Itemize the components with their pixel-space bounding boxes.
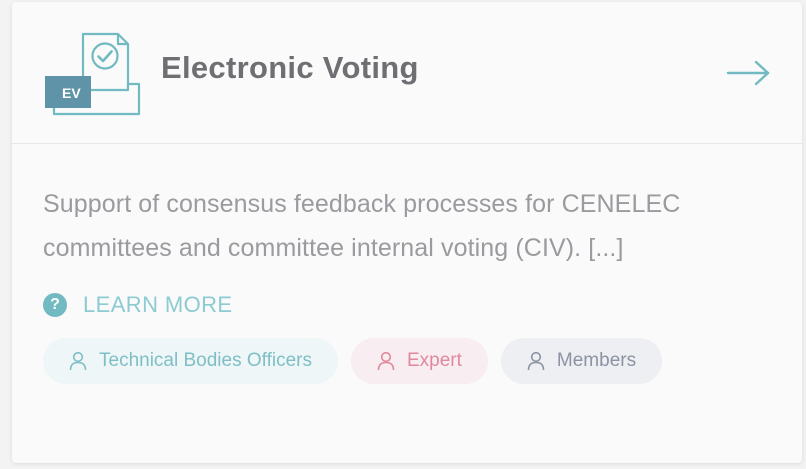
tag-expert[interactable]: Expert	[350, 338, 488, 384]
arrow-right-icon[interactable]	[726, 52, 772, 92]
tag-label: Expert	[406, 350, 462, 371]
tag-technical-bodies-officers[interactable]: Technical Bodies Officers	[43, 338, 338, 384]
service-card: EV Electronic Voting Support of consensu…	[12, 2, 802, 463]
user-icon	[377, 351, 395, 371]
ev-badge: EV	[62, 85, 81, 101]
card-body: Support of consensus feedback processes …	[12, 144, 802, 384]
ev-badge-label: EV	[62, 85, 81, 101]
learn-more-link[interactable]: ? LEARN MORE	[43, 292, 232, 318]
tag-members[interactable]: Members	[500, 338, 663, 384]
card-description: Support of consensus feedback processes …	[43, 190, 681, 262]
tag-label: Technical Bodies Officers	[99, 350, 312, 371]
card-header: EV Electronic Voting	[12, 2, 802, 144]
role-tags: Technical Bodies Officers Expert Members	[43, 338, 772, 384]
question-icon: ?	[43, 293, 67, 317]
card-title: Electronic Voting	[161, 50, 419, 85]
user-icon	[527, 351, 545, 371]
learn-more-label: LEARN MORE	[83, 292, 233, 317]
tag-label: Members	[556, 350, 637, 371]
user-icon	[69, 351, 87, 371]
